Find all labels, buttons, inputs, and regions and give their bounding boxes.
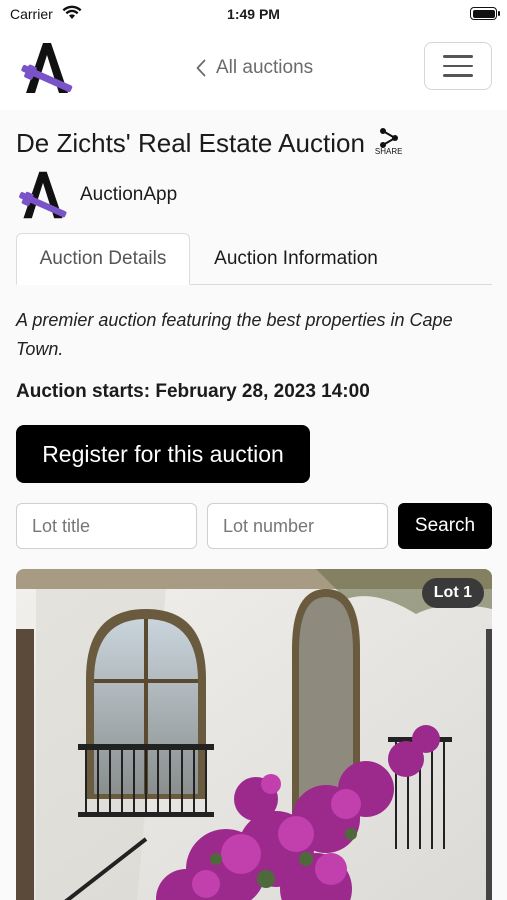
hamburger-icon-line — [443, 64, 473, 68]
clock: 1:49 PM — [227, 6, 280, 22]
lot-title-input[interactable] — [16, 503, 197, 549]
organizer-name: AuctionApp — [80, 184, 178, 205]
organizer-logo — [16, 168, 70, 222]
lot-number-badge: Lot 1 — [421, 578, 484, 608]
share-icon — [379, 128, 398, 148]
lot-search-form: Search — [16, 503, 492, 549]
organizer-row: AuctionApp — [16, 168, 177, 222]
lot-number-input[interactable] — [207, 503, 388, 549]
auction-start-time: Auction starts: February 28, 2023 14:00 — [16, 381, 370, 402]
auctionapp-logo[interactable] — [18, 39, 76, 97]
title-row: De Zichts' Real Estate Auction SHARE — [16, 126, 402, 160]
auction-description: A premier auction featuring the best pro… — [16, 310, 453, 359]
chevron-left-icon — [196, 59, 206, 77]
tab-auction-details[interactable]: Auction Details — [16, 233, 190, 285]
share-button[interactable]: SHARE — [374, 128, 403, 156]
page-title: De Zichts' Real Estate Auction — [16, 128, 365, 158]
register-button[interactable]: Register for this auction — [16, 425, 310, 483]
status-bar: Carrier 1:49 PM — [0, 0, 507, 30]
tab-auction-information[interactable]: Auction Information — [206, 233, 386, 285]
back-link-label: All auctions — [216, 57, 314, 78]
hamburger-icon-line — [443, 55, 473, 58]
navbar: All auctions — [0, 30, 507, 110]
share-label: SHARE — [374, 147, 403, 156]
battery-icon — [470, 7, 500, 20]
auction-tabs: Auction Details Auction Information — [16, 233, 492, 285]
lot-photo — [16, 569, 492, 900]
hamburger-menu-button[interactable] — [424, 42, 492, 90]
hamburger-icon-line — [443, 74, 473, 77]
back-to-auctions-link[interactable]: All auctions — [196, 54, 313, 82]
search-button[interactable]: Search — [398, 503, 492, 549]
lot-card[interactable]: Lot 1 — [16, 569, 492, 900]
